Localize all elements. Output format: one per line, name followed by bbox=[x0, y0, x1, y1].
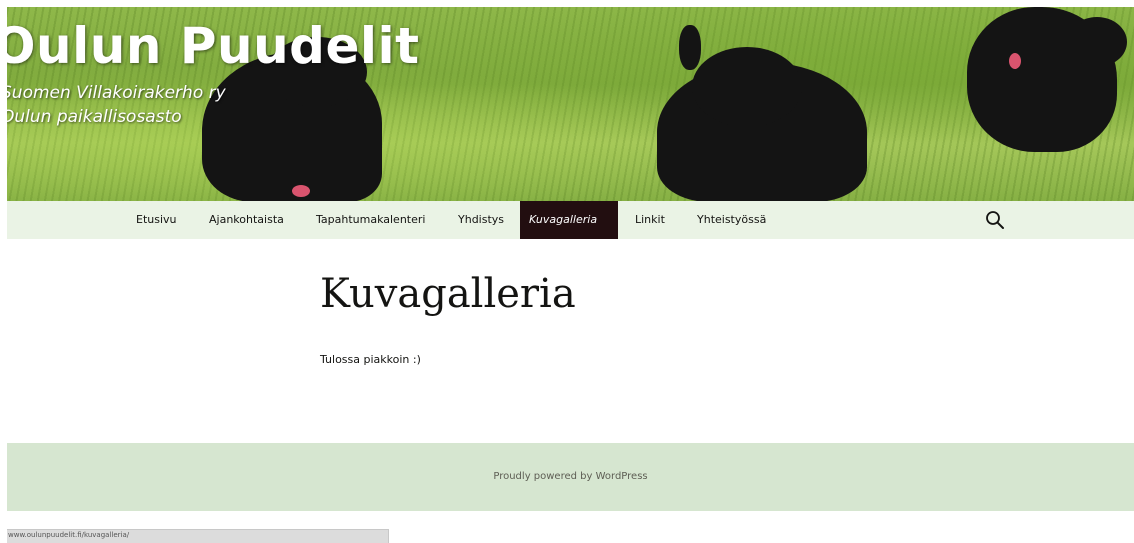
footer-credit-link[interactable]: Proudly powered by WordPress bbox=[7, 471, 1134, 482]
header-photo-tongue bbox=[292, 185, 310, 197]
nav-item-kuvagalleria[interactable]: Kuvagalleria bbox=[520, 201, 618, 239]
browser-status-bar: www.oulunpuudelit.fi/kuvagalleria/ bbox=[7, 529, 389, 543]
nav-item-yhteistyossa[interactable]: Yhteistyössä bbox=[688, 201, 775, 239]
header-photo-dog-ear bbox=[679, 25, 701, 70]
site-header: Oulun Puudelit Suomen Villakoirakerho ry… bbox=[7, 7, 1134, 201]
status-url: www.oulunpuudelit.fi/kuvagalleria/ bbox=[8, 531, 130, 539]
header-photo-tongue bbox=[1009, 53, 1021, 69]
search-icon[interactable] bbox=[985, 210, 1005, 230]
nav-item-etusivu[interactable]: Etusivu bbox=[127, 201, 186, 239]
page-body-text: Tulossa piakkoin :) bbox=[320, 353, 421, 366]
site-description-line: Oulun paikallisosasto bbox=[7, 107, 182, 127]
site-description: Suomen Villakoirakerho ry Oulun paikalli… bbox=[7, 81, 226, 129]
page-title: Kuvagalleria bbox=[320, 271, 576, 317]
nav-item-yhdistys[interactable]: Yhdistys bbox=[449, 201, 513, 239]
main-navigation: Etusivu Ajankohtaista Tapahtumakalenteri… bbox=[7, 201, 1134, 239]
header-photo-dog-head bbox=[1067, 17, 1127, 67]
site-description-line: Suomen Villakoirakerho ry bbox=[7, 83, 226, 103]
nav-item-tapahtumakalenteri[interactable]: Tapahtumakalenteri bbox=[307, 201, 434, 239]
site-footer: Proudly powered by WordPress bbox=[7, 443, 1134, 511]
nav-item-linkit[interactable]: Linkit bbox=[626, 201, 674, 239]
nav-item-ajankohtaista[interactable]: Ajankohtaista bbox=[200, 201, 293, 239]
header-photo-dog-head bbox=[692, 47, 802, 127]
site-title[interactable]: Oulun Puudelit bbox=[7, 17, 420, 75]
browser-viewport: Oulun Puudelit Suomen Villakoirakerho ry… bbox=[7, 7, 1134, 543]
